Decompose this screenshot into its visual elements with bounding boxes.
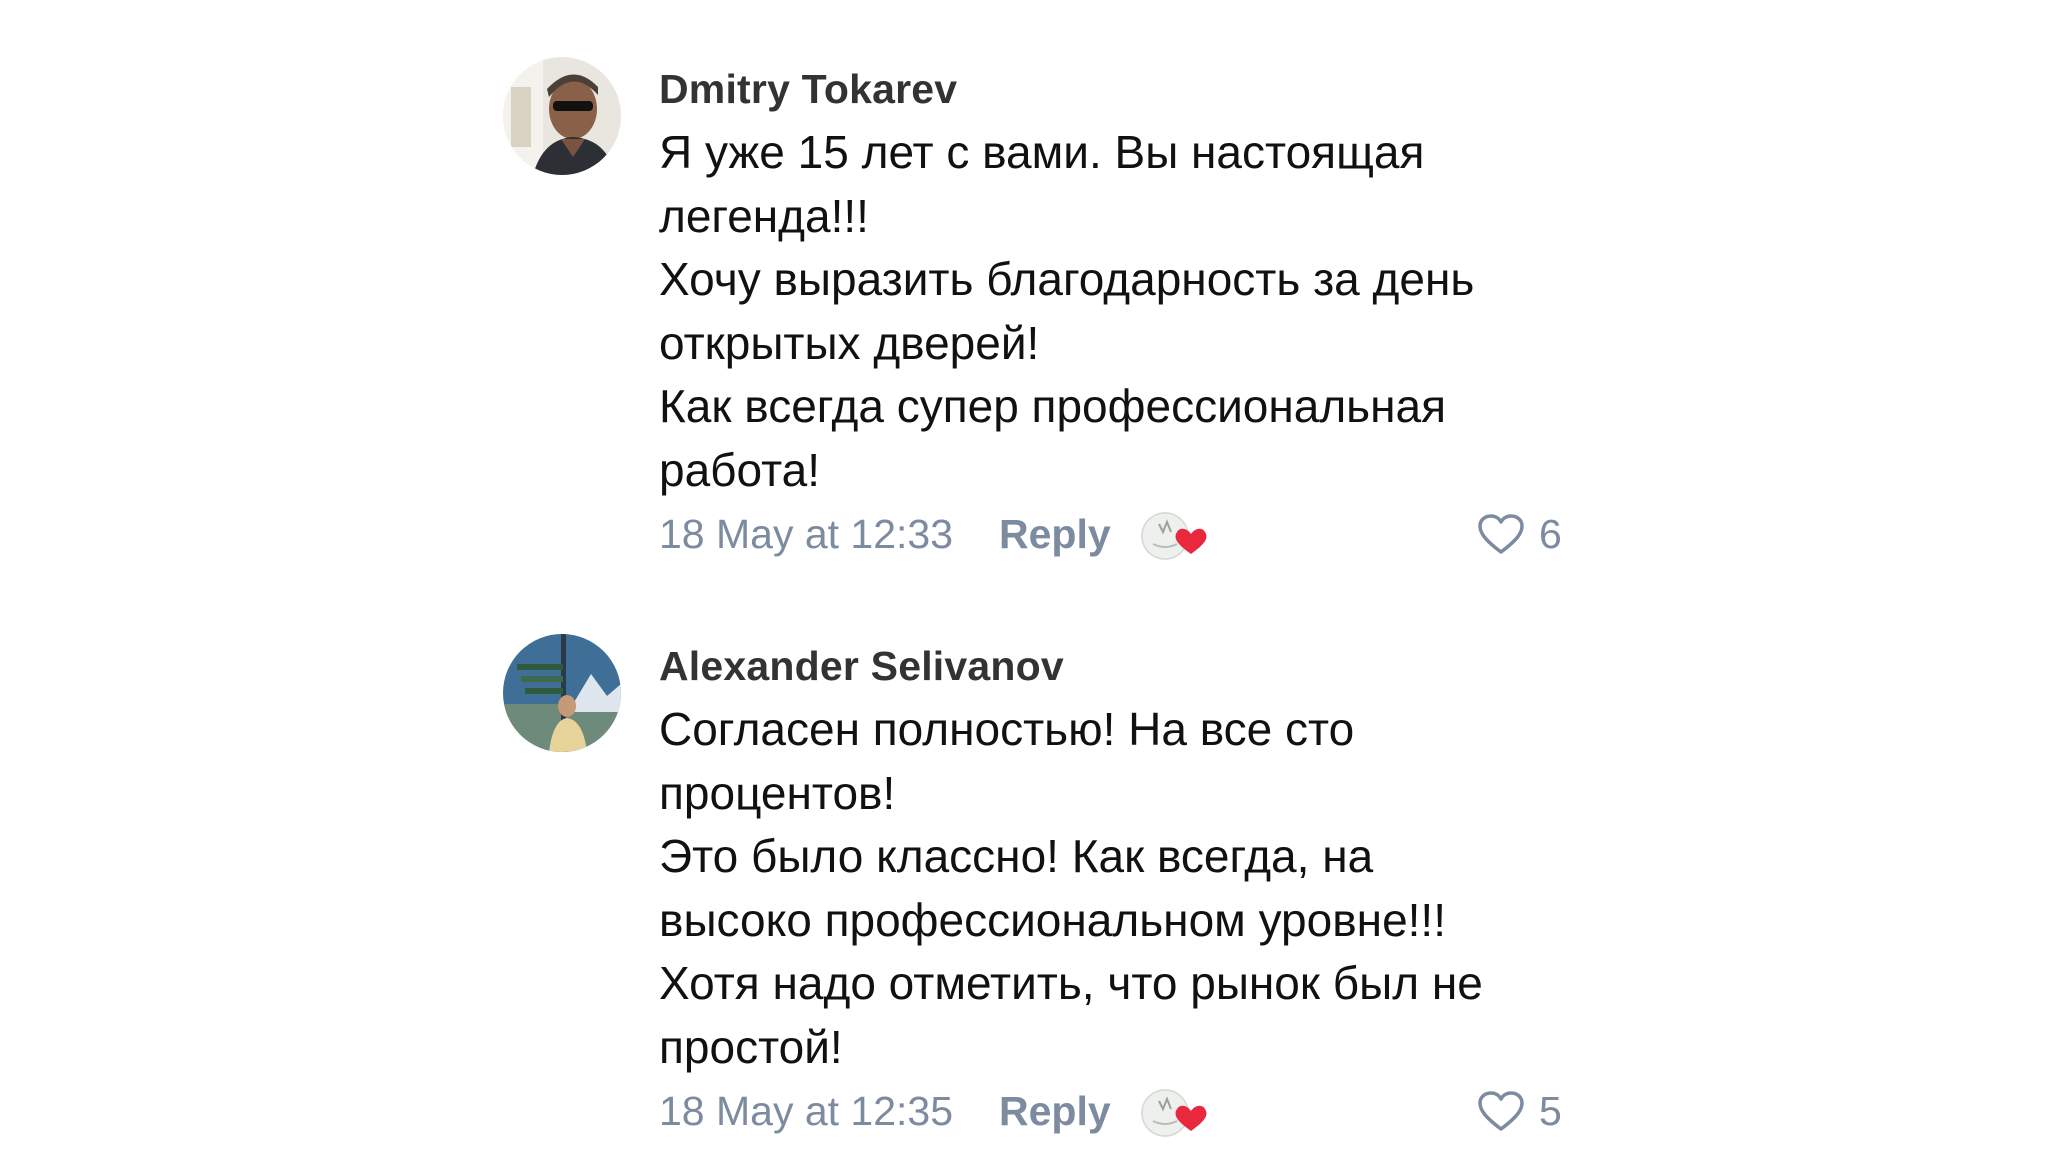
like-count: 6 xyxy=(1539,511,1562,557)
comment-text-line: Как всегда супер профессиональная xyxy=(659,380,1447,432)
comment-text-line: Согласен полностью! На все сто xyxy=(659,703,1355,755)
comment-date: 18 May at 12:33 xyxy=(659,511,954,557)
comment-text-line: высоко профессиональном уровне!!! xyxy=(659,893,1446,946)
comment-text-line: Хотя надо отметить, что рынок был не xyxy=(659,957,1483,1009)
comment-text-line: открытых дверей! xyxy=(659,316,1040,369)
comment-text-line: работа! xyxy=(659,443,820,496)
comment-text-line: Хочу выразить благодарность за день xyxy=(659,253,1475,305)
avatar[interactable] xyxy=(503,57,621,175)
comment-text-line: Это было классно! Как всегда, на xyxy=(659,830,1374,882)
comment-content: Alexander Selivanov Согласен полностью! … xyxy=(659,634,1619,1143)
comment-author[interactable]: Alexander Selivanov xyxy=(659,634,1619,698)
reaction-heart-icon[interactable] xyxy=(1141,1087,1213,1139)
comment-content: Dmitry Tokarev Я уже 15 лет с вами. Вы н… xyxy=(659,57,1619,566)
user-photo-avatar-icon xyxy=(503,57,621,175)
comment-text-line: Я уже 15 лет с вами. Вы настоящая xyxy=(659,126,1425,178)
reaction-heart-icon[interactable] xyxy=(1141,510,1213,562)
heart-outline-icon xyxy=(1478,514,1524,554)
avatar[interactable] xyxy=(503,634,621,752)
comment-text-line: простой! xyxy=(659,1020,843,1073)
like-count: 5 xyxy=(1539,1088,1562,1134)
comment-meta: 18 May at 12:33 Reply 6 xyxy=(659,502,1619,566)
comment-date: 18 May at 12:35 xyxy=(659,1088,954,1134)
comment-text-line: процентов! xyxy=(659,766,896,819)
comment-meta: 18 May at 12:35 Reply 5 xyxy=(659,1079,1619,1143)
reply-button[interactable]: Reply xyxy=(999,502,1111,566)
comment-text-line: легенда!!! xyxy=(659,189,869,242)
comment-author[interactable]: Dmitry Tokarev xyxy=(659,57,1619,121)
reply-button[interactable]: Reply xyxy=(999,1079,1111,1143)
heart-outline-icon xyxy=(1478,1091,1524,1131)
user-photo-avatar-icon xyxy=(503,634,621,752)
